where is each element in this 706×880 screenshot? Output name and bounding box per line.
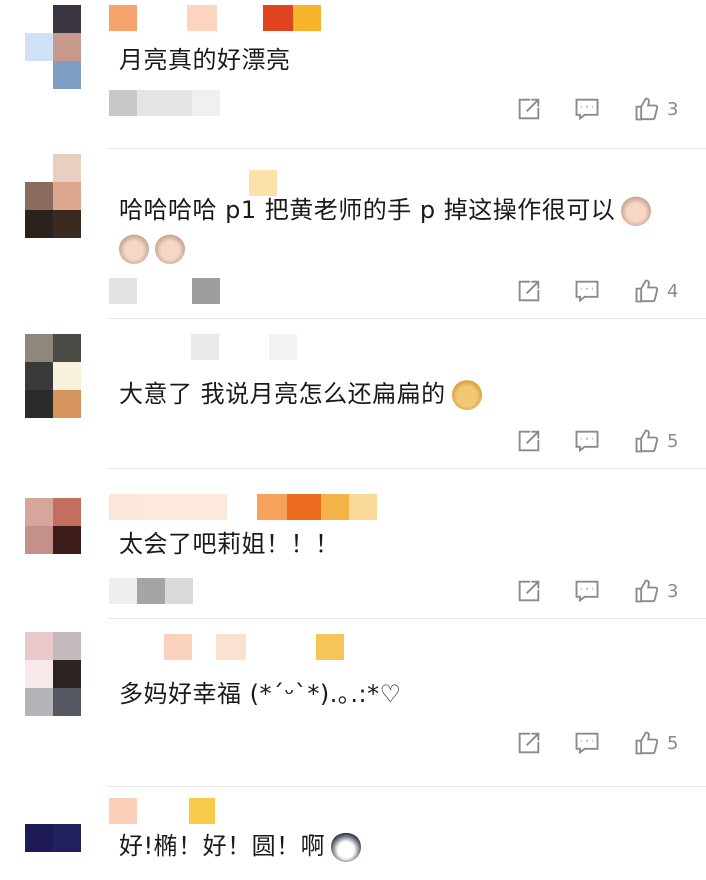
share-button[interactable] [515, 276, 543, 306]
comment-text: 太会了吧莉姐！！！ [119, 530, 340, 558]
avatar[interactable] [25, 154, 109, 238]
comment-icon [575, 732, 599, 755]
avatar[interactable] [25, 632, 109, 716]
like-button[interactable]: 5 [633, 426, 678, 456]
share-icon [518, 98, 540, 120]
thumbs-up-icon [635, 97, 659, 121]
comment-text: 多妈好幸福 (*ˊᵕˋ*).｡.:*♡ [119, 680, 402, 708]
like-count: 4 [667, 280, 679, 302]
comment-text: 大意了 我说月亮怎么还扁扁的 [119, 376, 482, 412]
reply-button[interactable] [573, 426, 601, 456]
like-button[interactable]: 3 [633, 576, 678, 606]
share-button[interactable] [515, 576, 543, 606]
like-button[interactable]: 5 [633, 728, 678, 758]
monkey-emoji-icon [621, 196, 652, 226]
comment-meta [109, 578, 193, 604]
share-icon [518, 430, 540, 452]
avatar[interactable] [25, 796, 109, 880]
comment-icon [575, 98, 599, 121]
comment-item: 大意了 我说月亮怎么还扁扁的 5 [0, 320, 706, 470]
share-button[interactable] [515, 728, 543, 758]
reply-button[interactable] [573, 276, 601, 306]
comment-item: 多妈好幸福 (*ˊᵕˋ*).｡.:*♡ 5 [0, 620, 706, 788]
share-button[interactable] [515, 94, 543, 124]
comment-item: 哈哈哈哈 p1 把黄老师的手 p 掉这操作很可以 4 [0, 150, 706, 320]
comment-text: 月亮真的好漂亮 [119, 46, 291, 74]
like-count: 5 [667, 732, 679, 754]
doge-emoji-icon [451, 380, 482, 410]
like-count: 3 [667, 98, 679, 120]
comment-text: 哈哈哈哈 p1 把黄老师的手 p 掉这操作很可以 [119, 192, 652, 228]
like-button[interactable]: 4 [633, 276, 678, 306]
comment-item: 好!椭！好！圆！啊 [0, 788, 706, 880]
username-blurred[interactable] [109, 334, 297, 360]
username-blurred[interactable] [109, 494, 377, 520]
comment-icon [575, 580, 599, 603]
avatar[interactable] [25, 498, 109, 582]
thumbs-up-icon [635, 731, 659, 755]
monkey-emoji-icon [155, 234, 185, 264]
reply-button[interactable] [573, 576, 601, 606]
username-blurred[interactable] [109, 634, 344, 660]
thumbs-up-icon [635, 279, 659, 303]
comment-text-content: 哈哈哈哈 p1 把黄老师的手 p 掉这操作很可以 [119, 196, 616, 224]
comment-item: 太会了吧莉姐！！！ 3 [0, 470, 706, 620]
comment-meta [109, 90, 220, 116]
username-blurred[interactable] [109, 5, 321, 31]
comment-text: 好!椭！好！圆！啊 [119, 828, 362, 864]
like-count: 3 [667, 580, 679, 602]
share-icon [518, 580, 540, 602]
thumbs-up-icon [635, 429, 659, 453]
avatar[interactable] [25, 5, 109, 89]
thumbs-up-icon [635, 579, 659, 603]
reply-button[interactable] [573, 728, 601, 758]
share-icon [518, 732, 540, 754]
comment-text-content: 好!椭！好！圆！啊 [119, 832, 326, 860]
share-button[interactable] [515, 426, 543, 456]
comment-text-content: 大意了 我说月亮怎么还扁扁的 [119, 380, 446, 408]
comment-icon [575, 280, 599, 303]
username-blurred[interactable] [109, 798, 215, 824]
monkey-emoji-icon [119, 234, 149, 264]
like-count: 5 [667, 430, 679, 452]
husky-emoji-icon [331, 832, 362, 862]
comment-icon [575, 430, 599, 453]
reply-button[interactable] [573, 94, 601, 124]
comment-text-emojis [119, 230, 185, 266]
avatar[interactable] [25, 334, 109, 418]
share-icon [518, 280, 540, 302]
comment-meta [109, 278, 220, 304]
like-button[interactable]: 3 [633, 94, 678, 124]
comment-item: 月亮真的好漂亮 3 [0, 0, 706, 150]
